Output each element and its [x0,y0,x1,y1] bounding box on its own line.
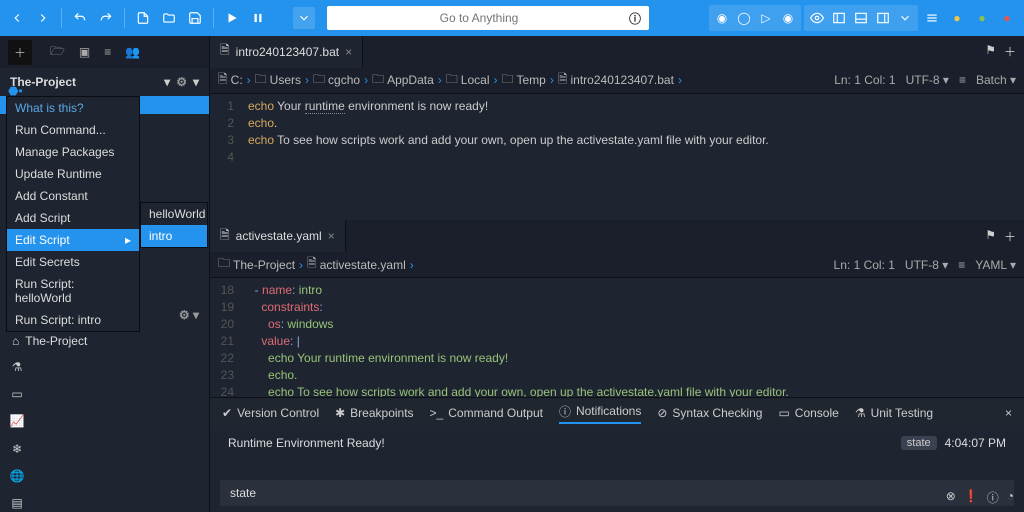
record2-icon[interactable]: ◉ [777,7,799,29]
sub-intro[interactable]: intro [141,225,207,247]
context-submenu: helloWorld intro [140,202,208,248]
ctx-manage-packages[interactable]: Manage Packages [7,141,139,163]
record-icon[interactable]: ◉ [711,7,733,29]
top-toolbar: ◉ ◯ ▷ ◉ ● ● ● [0,0,1024,36]
file-icon: 🗎 [220,226,230,247]
ctx-run-hello[interactable]: Run Script: helloWorld [7,273,139,309]
breadcrumb: 🗎C:› 🗀Users› 🗀cgcho› 🗀AppData› 🗀Local› 🗀… [210,68,1024,94]
info-icon[interactable]: ⓘ [987,489,999,506]
search-box [327,6,649,30]
globe-icon[interactable]: 🌐 [7,467,27,484]
ctx-run-command[interactable]: Run Command... [7,119,139,141]
notification-time: 4:04:07 PM [945,436,1006,450]
gear-icon[interactable]: ⚙ [176,75,187,89]
add-tab-button[interactable]: ＋ [8,40,32,65]
home-icon: ⌂ [12,334,19,348]
notification-row: Runtime Environment Ready! state 4:04:07… [210,429,1024,459]
activity-bar: ⚗ ▭ 📈 ❄ 🌐 ▤ [0,350,34,512]
panel-left-icon[interactable] [828,7,850,29]
tab-command-output[interactable]: >_Command Output [430,406,543,420]
ctx-edit-secrets[interactable]: Edit Secrets [7,251,139,273]
tab-version-control[interactable]: ✔Version Control [222,406,319,420]
eye-icon[interactable] [806,7,828,29]
flag-icon[interactable]: ⚑ [985,43,996,60]
files-icon[interactable]: 🗁 [50,42,65,63]
book-icon[interactable]: ▤ [7,495,27,512]
command-input[interactable]: state [220,480,1014,506]
projects-gear-icon[interactable]: ⚙ ▾ [179,308,199,322]
chevron-down-icon[interactable] [894,7,916,29]
tab-intro-bat[interactable]: 🗎 intro240123407.bat × [210,36,363,68]
tab-syntax[interactable]: ⊘Syntax Checking [657,406,762,420]
sub-helloworld[interactable]: helloWorld [141,203,207,225]
tab-notifications[interactable]: ⓘNotifications [559,403,641,424]
ctx-what-is-this[interactable]: What is this? [7,97,139,119]
flask-icon[interactable]: ⚗ [7,358,27,375]
sync-icon[interactable]: ◔ [1007,489,1014,506]
play-small-icon[interactable]: ▷ [755,7,777,29]
plus-icon[interactable]: ＋ [1004,228,1016,245]
tree-item[interactable]: ⌂The-Project [12,332,197,350]
dropdown-button[interactable] [293,7,315,29]
hamburger-icon[interactable] [921,7,943,29]
close-window-icon[interactable]: ● [996,7,1018,29]
cursor-pos: Ln: 1 Col: 1 [834,73,895,87]
pause-button[interactable] [247,7,269,29]
encoding[interactable]: UTF-8 ▾ [906,73,949,87]
open-file-button[interactable] [158,7,180,29]
close-panel-icon[interactable]: × [1005,406,1012,420]
panel-right-icon[interactable] [872,7,894,29]
forward-button[interactable] [32,7,54,29]
plus-icon[interactable]: ＋ [1004,43,1016,60]
tab-activestate[interactable]: 🗎 activestate.yaml × [210,220,346,252]
file-icon: 🗎 [220,41,230,62]
code-icon[interactable]: ▣ [79,45,90,59]
ctx-edit-script[interactable]: Edit Script▸ [7,229,139,251]
users-icon[interactable]: 👥 [125,45,140,59]
new-file-button[interactable] [132,7,154,29]
search-input[interactable] [327,6,649,30]
tab-unit-testing[interactable]: ⚗Unit Testing [855,406,933,420]
language-mode[interactable]: Batch ▾ [976,73,1016,87]
minimize-icon[interactable]: ● [946,7,968,29]
snow-icon[interactable]: ❄ [7,440,27,457]
chart-icon[interactable]: 📈 [7,413,27,430]
tab-console[interactable]: ▭Console [778,406,838,420]
stop-icon[interactable]: ◯ [733,7,755,29]
run-button[interactable] [221,7,243,29]
redo-button[interactable] [95,7,117,29]
notification-text: Runtime Environment Ready! [228,436,385,450]
ctx-add-constant[interactable]: Add Constant [7,185,139,207]
back-button[interactable] [6,7,28,29]
context-menu: What is this? Run Command... Manage Pack… [6,96,140,332]
flag-icon[interactable]: ⚑ [985,228,996,245]
ctx-add-script[interactable]: Add Script [7,207,139,229]
close-tab-icon[interactable]: × [328,229,335,243]
ctx-update-runtime[interactable]: Update Runtime [7,163,139,185]
tab-breakpoints[interactable]: ✱Breakpoints [335,406,413,420]
line-end-icon[interactable]: ≡ [959,73,966,87]
close-tab-icon[interactable]: × [345,45,352,59]
db-icon[interactable]: ≡ [104,45,111,59]
panel-bottom-icon[interactable] [850,7,872,29]
error-icon[interactable]: ⊗ [946,489,956,506]
footer-icons: ⊗ ❗ ⓘ ◔ [946,489,1014,506]
bottom-panel-tabs: ✔Version Control ✱Breakpoints >_Command … [210,397,1024,429]
notification-badge: state [901,436,937,450]
ctx-run-intro[interactable]: Run Script: intro [7,309,139,331]
editor-2[interactable]: 18192021222324 - name: intro constraints… [210,278,1024,397]
editor-1[interactable]: 1234 echo Your runtime environment is no… [210,94,1024,221]
undo-button[interactable] [69,7,91,29]
chevron-right-icon: ▸ [125,233,131,247]
warning-icon[interactable]: ❗ [964,489,979,506]
maximize-icon[interactable]: ● [971,7,993,29]
save-button[interactable] [184,7,206,29]
terminal-icon[interactable]: ▭ [7,385,27,402]
